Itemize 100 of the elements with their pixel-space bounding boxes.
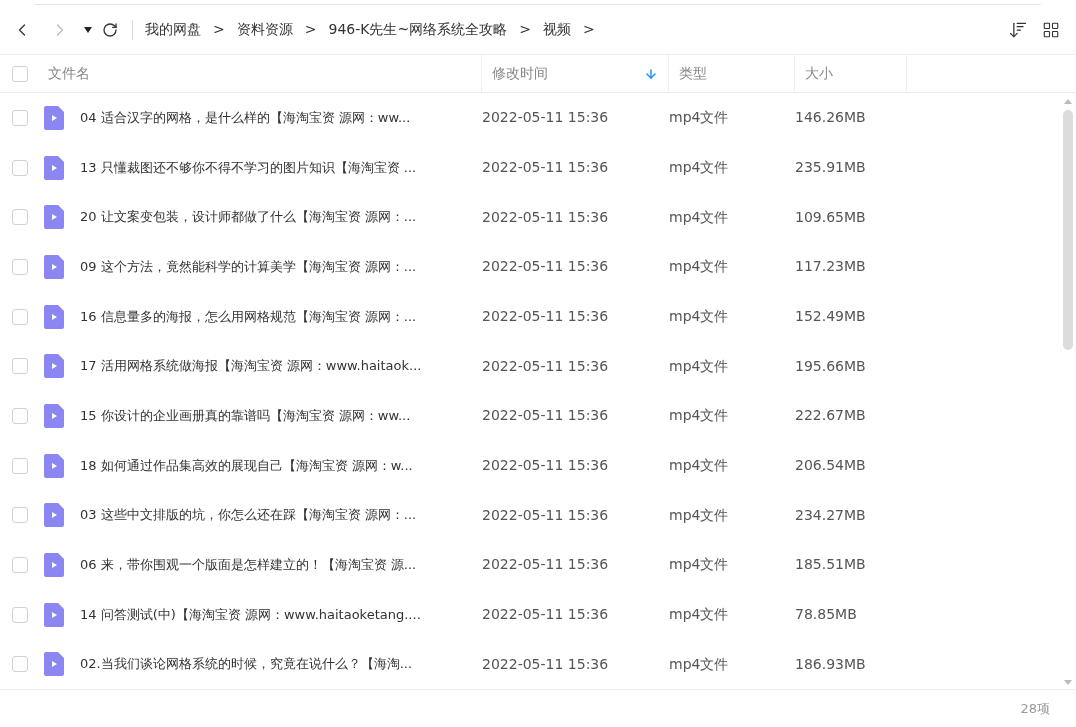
file-row[interactable]: 18 如何通过作品集高效的展现自己【海淘宝资 源网：w... 2022-05-11 15:36 mp4文件 206.54MB (0, 440, 1060, 491)
file-row[interactable]: 14 问答测试(中)【海淘宝资 源网：www.haitaoketang.... 2022-05-11 15:36 mp4文件 78.85MB (0, 589, 1060, 640)
file-type: mp4文件 (669, 654, 730, 674)
file-type: mp4文件 (669, 257, 730, 277)
breadcrumb-separator: > (304, 20, 317, 39)
file-size: 222.67MB (795, 406, 867, 426)
file-row[interactable]: 20 让文案变包装，设计师都做了什么【海淘宝资 源网：... 2022-05-11 15:36 mp4文件 109.65MB (0, 192, 1060, 242)
file-name: 13 只懂裁图还不够你不得不学习的图片知识【海淘宝资 ... (80, 158, 418, 177)
grid-view-icon[interactable] (1042, 20, 1060, 39)
video-file-icon (44, 354, 64, 379)
modified-time: 2022-05-11 15:36 (482, 406, 610, 426)
column-header[interactable]: 类型 (669, 55, 795, 92)
video-file-icon (44, 304, 64, 329)
refresh-icon[interactable] (102, 21, 118, 38)
checkbox[interactable] (12, 606, 28, 623)
scroll-down-icon[interactable] (1064, 680, 1072, 685)
checkbox[interactable] (12, 308, 28, 325)
video-file-icon (44, 602, 64, 627)
file-row[interactable]: 06 来，带你围观一个版面是怎样建立的！【海淘宝资 源... 2022-05-11 15:36 mp4文件 185.51MB (0, 540, 1060, 590)
video-file-icon (44, 254, 64, 279)
modified-time: 2022-05-11 15:36 (482, 207, 610, 227)
video-file-icon (44, 403, 64, 428)
dropdown-caret-icon[interactable] (84, 26, 92, 33)
breadcrumb-separator: > (519, 20, 531, 39)
file-size: 186.93MB (795, 654, 867, 674)
file-name: 15 你设计的企业画册真的靠谱吗【海淘宝资 源网：ww... (80, 407, 412, 426)
file-type: mp4文件 (669, 456, 730, 476)
video-file-icon (44, 205, 64, 230)
checkbox[interactable] (12, 407, 28, 424)
file-name: 16 信息量多的海报，怎么用网格规范【海淘宝资 源网：... (80, 307, 418, 326)
file-size: 235.91MB (795, 158, 867, 177)
breadcrumb-separator: > (582, 20, 595, 39)
item-count: 28项 (1020, 699, 1050, 718)
scroll-thumb[interactable] (1063, 110, 1073, 350)
video-file-icon (44, 552, 64, 577)
video-file-icon (44, 453, 64, 478)
breadcrumb-link[interactable]: 资料资源 (236, 19, 293, 40)
checkbox[interactable] (12, 109, 28, 126)
checkbox[interactable] (12, 507, 28, 524)
checkbox[interactable] (12, 556, 28, 573)
checkbox[interactable] (12, 457, 28, 474)
breadcrumb-link[interactable]: 视频 (542, 19, 571, 40)
scroll-up-icon[interactable] (1064, 99, 1072, 104)
column-header[interactable]: 修改时间 (482, 55, 669, 92)
modified-time: 2022-05-11 15:36 (482, 356, 610, 376)
file-type: mp4文件 (669, 555, 730, 575)
file-type: mp4文件 (669, 158, 730, 177)
file-row[interactable]: 09 这个方法，竟然能科学的计算美学【海淘宝资 源网：... 2022-05-11 15:36 mp4文件 117.23MB (0, 242, 1060, 292)
file-name: 14 问答测试(中)【海淘宝资 源网：www.haitaoketang.... (80, 605, 422, 624)
modified-time: 2022-05-11 15:36 (482, 505, 610, 525)
file-name: 06 来，带你围观一个版面是怎样建立的！【海淘宝资 源... (80, 556, 418, 575)
file-row[interactable]: 03 这些中文排版的坑，你怎么还在踩【海淘宝资 源网：... 2022-05-11 15:36 mp4文件 234.27MB (0, 490, 1060, 541)
file-type: mp4文件 (669, 108, 730, 128)
file-size: 117.23MB (795, 257, 867, 277)
modified-time: 2022-05-11 15:36 (482, 654, 610, 674)
file-size: 185.51MB (795, 555, 867, 575)
file-name: 17 活用网格系统做海报【海淘宝资 源网：www.haitaok... (80, 357, 423, 376)
modified-time: 2022-05-11 15:36 (482, 158, 610, 177)
breadcrumb-link[interactable]: 我的网盘 (145, 19, 201, 40)
file-size: 206.54MB (795, 456, 867, 476)
checkbox[interactable] (12, 258, 28, 275)
modified-time: 2022-05-11 15:36 (482, 555, 610, 575)
file-type: mp4文件 (669, 605, 730, 625)
column-header[interactable]: 文件名 (48, 55, 482, 92)
file-size: 78.85MB (795, 605, 858, 625)
modified-time: 2022-05-11 15:36 (482, 257, 610, 277)
file-row[interactable]: 02.当我们谈论网格系统的时候，究竟在说什么？【海淘... 2022-05-11 15:36 mp4文件 186.93MB (0, 639, 1060, 690)
file-name: 18 如何通过作品集高效的展现自己【海淘宝资 源网：w... (80, 456, 414, 475)
checkbox[interactable] (12, 358, 28, 375)
file-size: 234.27MB (795, 505, 867, 525)
file-size: 152.49MB (795, 307, 867, 326)
checkbox[interactable] (12, 65, 28, 82)
checkbox[interactable] (12, 209, 28, 226)
file-size: 195.66MB (795, 356, 867, 376)
file-row[interactable]: 16 信息量多的海报，怎么用网格规范【海淘宝资 源网：... 2022-05-11 15:36 mp4文件 152.49MB (0, 291, 1060, 342)
modified-time: 2022-05-11 15:36 (482, 307, 610, 326)
video-file-icon (44, 503, 64, 528)
breadcrumb-separator: > (213, 20, 225, 39)
modified-time: 2022-05-11 15:36 (482, 456, 610, 476)
column-header[interactable]: 大小 (795, 55, 907, 92)
file-size: 146.26MB (795, 108, 867, 128)
file-type: mp4文件 (669, 207, 730, 227)
file-name: 03 这些中文排版的坑，你怎么还在踩【海淘宝资 源网：... (80, 506, 418, 525)
file-row[interactable]: 15 你设计的企业画册真的靠谱吗【海淘宝资 源网：ww... 2022-05-11 15:36 mp4文件 222.67MB (0, 391, 1060, 441)
file-row[interactable]: 17 活用网格系统做海报【海淘宝资 源网：www.haitaok... 2022-05-11 15:36 mp4文件 195.66MB (0, 341, 1060, 392)
file-type: mp4文件 (669, 356, 730, 376)
breadcrumb-link[interactable]: 946-K先生~网络系统全攻略 (328, 19, 508, 40)
checkbox[interactable] (12, 656, 28, 673)
checkbox[interactable] (12, 159, 28, 176)
file-row[interactable]: 04 适合汉字的网格，是什么样的【海淘宝资 源网：ww... 2022-05-11 15:36 mp4文件 146.26MB (0, 93, 1060, 143)
file-name: 02.当我们谈论网格系统的时候，究竟在说什么？【海淘... (80, 655, 414, 674)
file-row[interactable]: 13 只懂裁图还不够你不得不学习的图片知识【海淘宝资 ... 2022-05-11 15:36 mp4文件 235.91MB (0, 142, 1060, 193)
file-type: mp4文件 (669, 406, 730, 426)
file-type: mp4文件 (669, 307, 730, 326)
video-file-icon (44, 155, 64, 180)
modified-time: 2022-05-11 15:36 (482, 108, 610, 128)
file-name: 04 适合汉字的网格，是什么样的【海淘宝资 源网：ww... (80, 109, 412, 128)
video-file-icon (44, 105, 64, 130)
file-size: 109.65MB (795, 207, 867, 227)
file-name: 20 让文案变包装，设计师都做了什么【海淘宝资 源网：... (80, 208, 418, 227)
